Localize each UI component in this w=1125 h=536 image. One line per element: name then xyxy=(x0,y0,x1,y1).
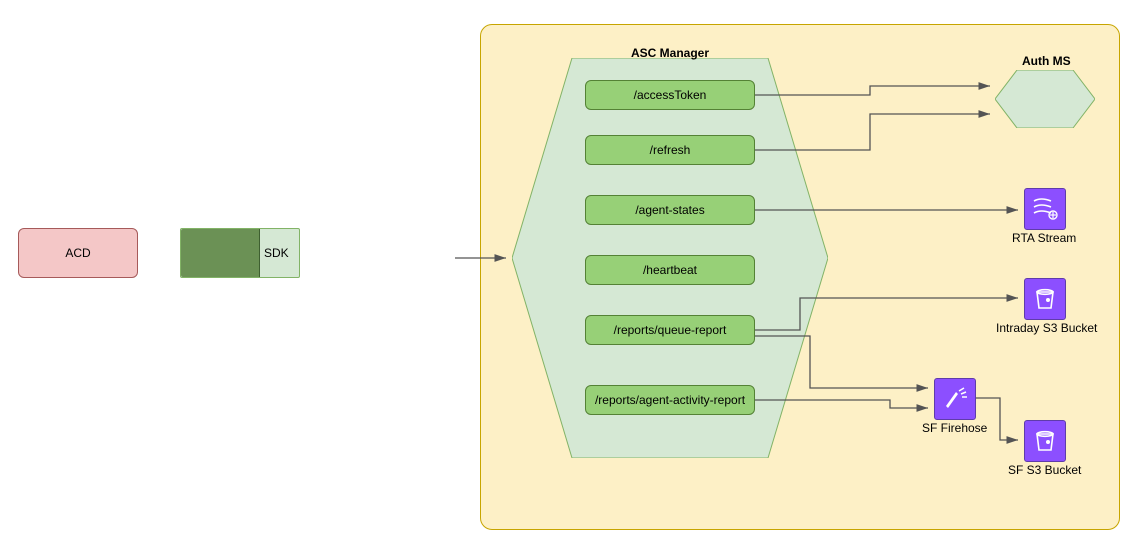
endpoint-heartbeat: /heartbeat xyxy=(585,255,755,285)
endpoint-refresh: /refresh xyxy=(585,135,755,165)
rta-stream-icon xyxy=(1024,188,1066,230)
endpoint-access-token: /accessToken xyxy=(585,80,755,110)
sf-firehose-label: SF Firehose xyxy=(922,421,987,435)
endpoint-agent-states: /agent-states xyxy=(585,195,755,225)
endpoint-queue-report: /reports/queue-report xyxy=(585,315,755,345)
rta-stream-label: RTA Stream xyxy=(1012,231,1076,245)
sf-firehose-icon xyxy=(934,378,976,420)
intraday-bucket-icon xyxy=(1024,278,1066,320)
auth-ms-label: Auth MS xyxy=(1022,54,1071,68)
endpoint-agent-states-label: /agent-states xyxy=(635,203,704,217)
endpoint-refresh-label: /refresh xyxy=(650,143,691,157)
asc-manager-title: ASC Manager xyxy=(631,46,709,60)
auth-ms-hexagon xyxy=(995,70,1095,128)
sf-bucket-icon xyxy=(1024,420,1066,462)
endpoint-access-token-label: /accessToken xyxy=(634,88,707,102)
sdk-label: SDK xyxy=(264,246,289,260)
diagram-canvas: ACD SDK ASC Manager /accessToken /refres… xyxy=(0,0,1125,536)
sdk-inner xyxy=(181,229,260,277)
acd-node: ACD xyxy=(18,228,138,278)
endpoint-agent-activity-report: /reports/agent-activity-report xyxy=(585,385,755,415)
endpoint-heartbeat-label: /heartbeat xyxy=(643,263,697,277)
intraday-bucket-label: Intraday S3 Bucket xyxy=(996,321,1097,335)
sf-bucket-label: SF S3 Bucket xyxy=(1008,463,1081,477)
endpoint-agent-activity-report-label: /reports/agent-activity-report xyxy=(595,393,745,407)
endpoint-queue-report-label: /reports/queue-report xyxy=(614,323,727,337)
acd-label: ACD xyxy=(65,246,90,260)
